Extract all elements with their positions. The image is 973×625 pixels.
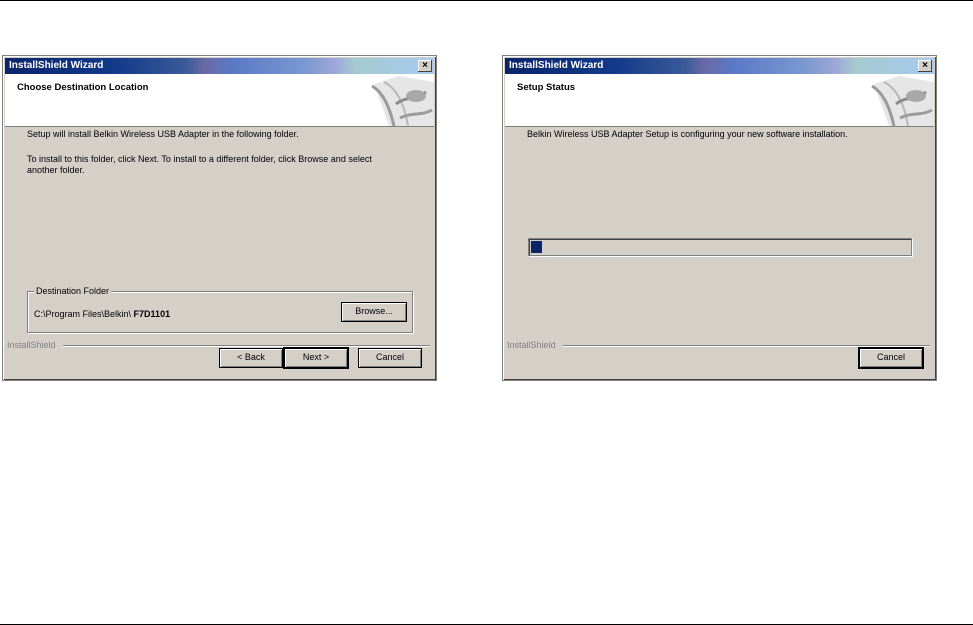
header-title: Choose Destination Location [17,82,149,93]
separator-line [63,345,430,347]
destination-folder-group: Destination Folder C:\Program Files\Belk… [27,286,413,333]
body-line-1: Belkin Wireless USB Adapter Setup is con… [527,129,848,139]
title-bar[interactable]: InstallShield Wizard × [5,58,434,74]
separator-label: InstallShield [507,340,556,350]
close-icon[interactable]: × [918,60,932,72]
dialog-choose-destination: InstallShield Wizard × Choose Destinatio… [2,55,437,381]
window-title: InstallShield Wizard [9,60,104,71]
group-label: Destination Folder [34,286,112,296]
progress-bar [528,238,912,256]
folder-path: C:\Program Files\Belkin\ F7D1101 [34,309,170,319]
next-button[interactable]: Next > [284,348,348,368]
title-bar[interactable]: InstallShield Wizard × [505,58,934,74]
installshield-separator: InstallShield [5,340,434,350]
progress-fill [531,241,542,253]
window-title: InstallShield Wizard [509,60,604,71]
folder-path-name: F7D1101 [133,309,171,319]
separator-label: InstallShield [7,340,56,350]
cancel-button[interactable]: Cancel [358,348,422,368]
body-line-3: another folder. [27,165,85,175]
wizard-header: Setup Status [505,74,934,127]
wizard-header: Choose Destination Location [5,74,434,127]
back-button[interactable]: < Back [219,348,283,368]
header-title: Setup Status [517,82,576,93]
close-icon[interactable]: × [418,60,432,72]
installshield-separator: InstallShield [505,340,934,350]
dialog-setup-status: InstallShield Wizard × Setup Status Belk… [502,55,937,381]
installshield-graphic-icon [871,76,934,126]
folder-path-prefix: C:\Program Files\Belkin\ [34,309,132,319]
body-line-2: To install to this folder, click Next. T… [27,154,372,164]
top-rule [0,0,973,1]
body-line-1: Setup will install Belkin Wireless USB A… [27,129,299,139]
installshield-graphic-icon [371,76,434,126]
cancel-button[interactable]: Cancel [859,348,923,368]
browse-button[interactable]: Browse... [341,302,407,322]
separator-line [563,345,930,347]
